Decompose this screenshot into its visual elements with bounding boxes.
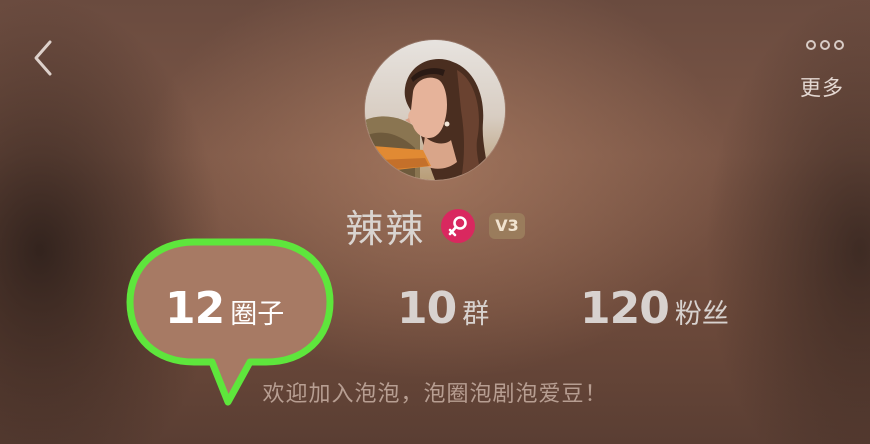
- username: 辣辣: [345, 207, 426, 251]
- fans-count: 120: [580, 283, 670, 334]
- groups-count: 10: [397, 283, 457, 334]
- more-dots-icon: [788, 40, 844, 50]
- bio-text: 欢迎加入泡泡，泡圈泡剧泡爱豆！: [262, 382, 608, 407]
- profile-screen: 更多 辣辣 V3 12 圈子 10 群 120 粉丝 欢迎加入泡泡，泡圈泡剧泡爱…: [0, 0, 870, 444]
- circles-count: 12: [165, 283, 225, 334]
- stat-fans[interactable]: 120 粉丝: [580, 283, 729, 335]
- more-label: 更多: [800, 76, 844, 100]
- user-avatar[interactable]: [365, 40, 505, 180]
- chevron-left-icon: [34, 40, 52, 76]
- groups-label: 群: [462, 299, 490, 330]
- level-badge: V3: [489, 212, 525, 239]
- female-icon: [441, 208, 476, 243]
- more-button[interactable]: 更多: [788, 36, 844, 106]
- back-button[interactable]: [26, 36, 62, 80]
- circles-label: 圈子: [230, 299, 285, 330]
- stat-circles[interactable]: 12 圈子: [165, 283, 284, 335]
- stat-groups[interactable]: 10 群: [397, 283, 489, 335]
- name-row: 辣辣 V3: [0, 198, 870, 253]
- fans-label: 粉丝: [674, 299, 729, 330]
